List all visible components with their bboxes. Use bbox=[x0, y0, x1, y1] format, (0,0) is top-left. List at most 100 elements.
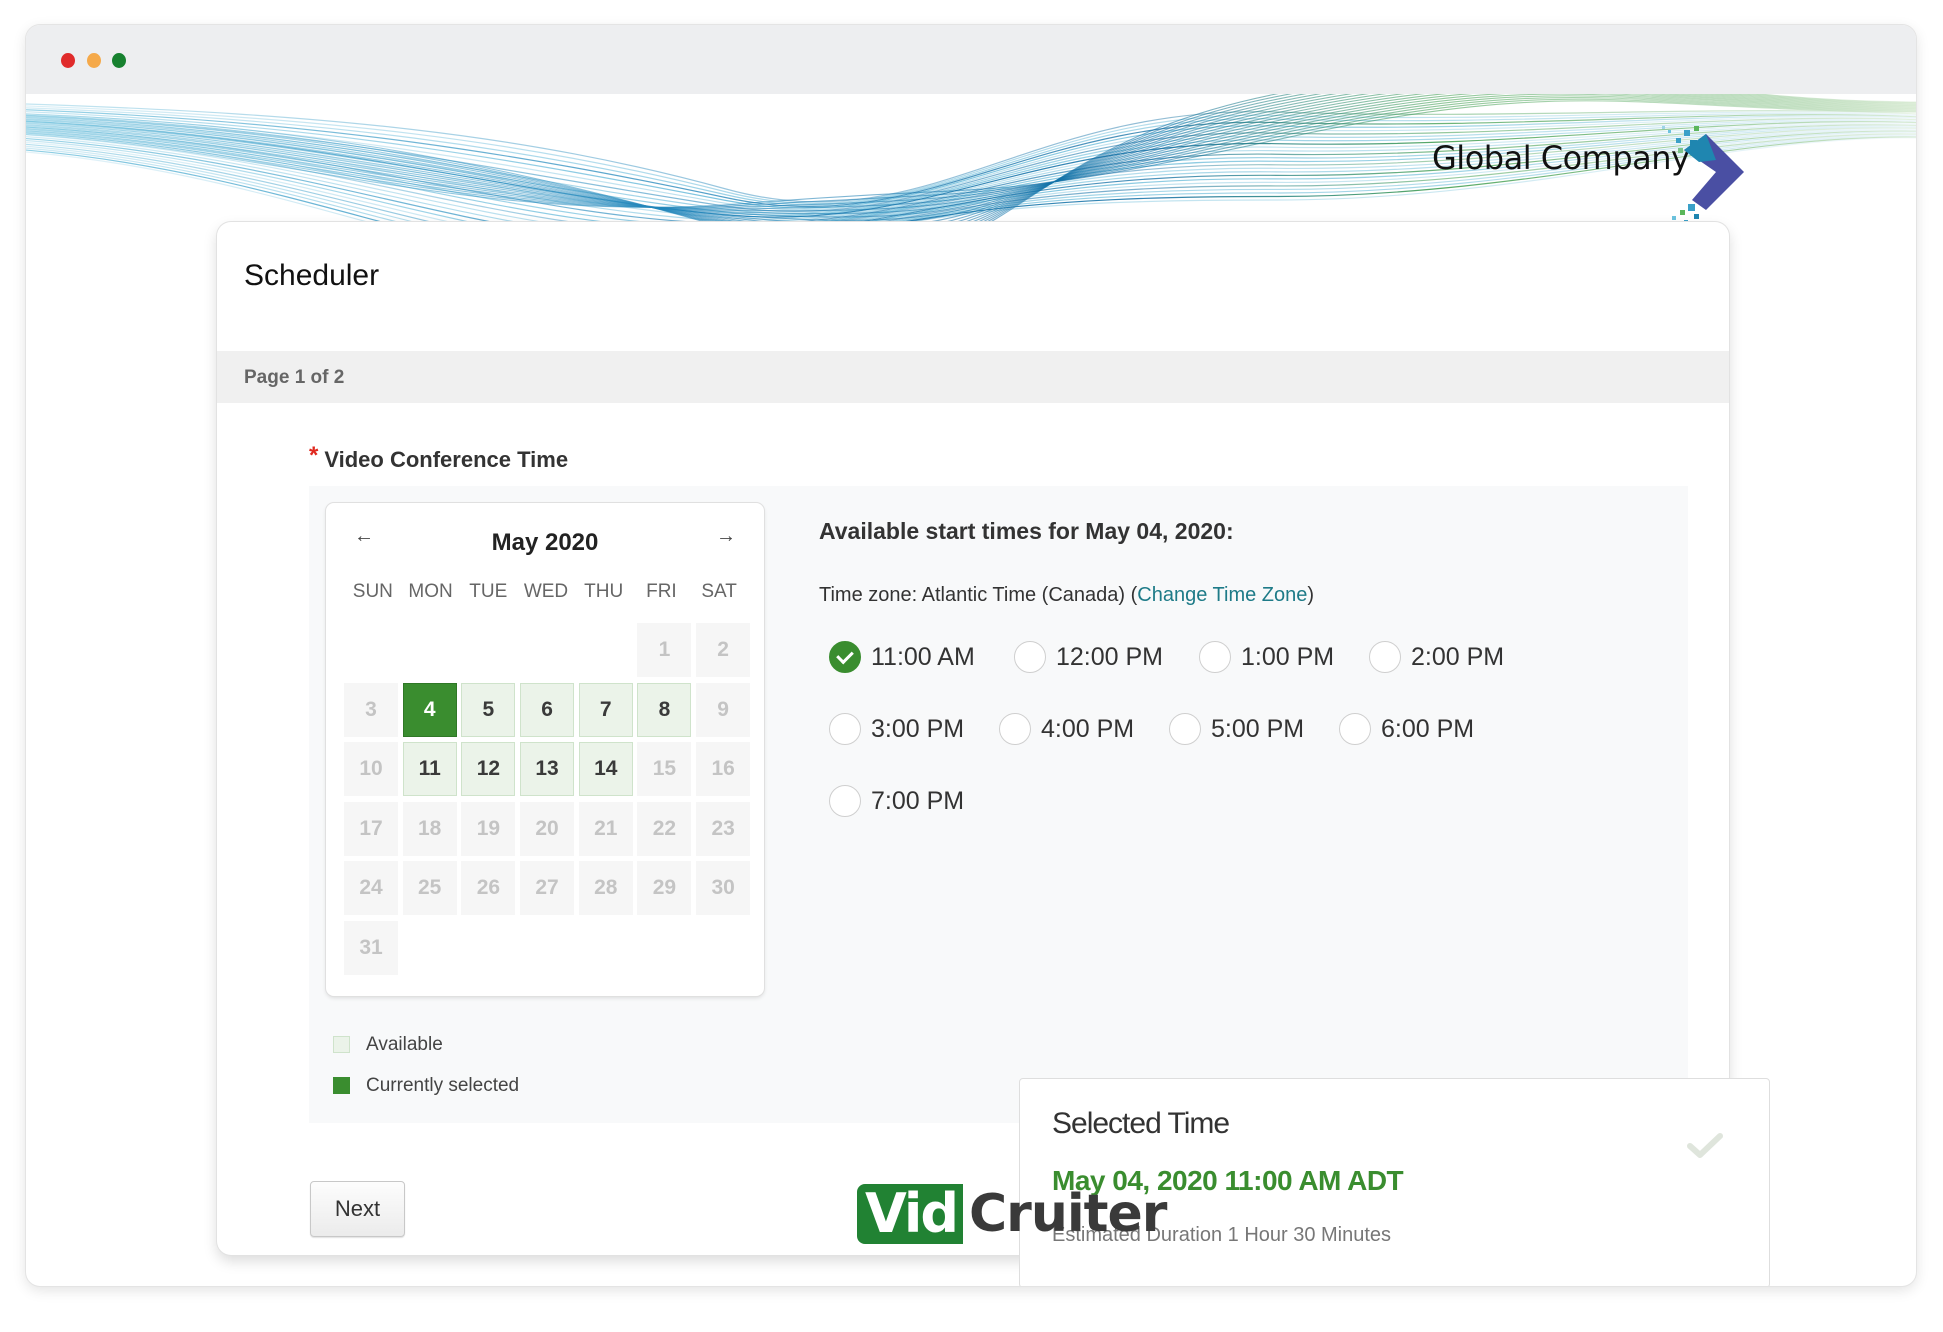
calendar-day-22: 22 bbox=[637, 801, 692, 856]
time-option[interactable]: 12:00 PM bbox=[1014, 641, 1163, 673]
calendar-empty-cell bbox=[520, 623, 574, 677]
calendar-day-10: 10 bbox=[344, 742, 398, 796]
legend-available-label: Available bbox=[366, 1033, 443, 1055]
calendar-day-13[interactable]: 13 bbox=[520, 742, 575, 796]
time-option-label: 6:00 PM bbox=[1381, 714, 1475, 743]
change-timezone-link[interactable]: Change Time Zone bbox=[1137, 584, 1307, 606]
timezone-line: Time zone: Atlantic Time (Canada) (Chang… bbox=[819, 584, 1314, 607]
field-label: * Video Conference Time bbox=[309, 442, 569, 474]
title-bar bbox=[26, 25, 1916, 94]
calendar-empty-cell bbox=[344, 623, 398, 677]
legend-selected: Currently selected bbox=[333, 1065, 519, 1106]
calendar-day-17: 17 bbox=[344, 801, 398, 856]
legend-available: Available bbox=[333, 1024, 519, 1065]
weekday-label: SUN bbox=[352, 581, 393, 602]
calendar-legend: Available Currently selected bbox=[333, 1024, 519, 1106]
weekday-header: SUN MON TUE WED THU FRI SAT bbox=[344, 581, 748, 603]
weekday-label: SAT bbox=[701, 581, 737, 602]
calendar-day-21: 21 bbox=[578, 801, 633, 856]
calendar-day-4[interactable]: 4 bbox=[402, 682, 457, 737]
legend-selected-label: Currently selected bbox=[366, 1074, 520, 1096]
radio-unchecked-icon[interactable] bbox=[999, 713, 1031, 745]
calendar-day-grid: 1 2 3 4 5 6 7 8 9 10 11 12 13 14 15 16 17 18 19 20 21 22 23 24 2… bbox=[344, 623, 751, 975]
weekday-label: TUE bbox=[469, 581, 508, 602]
calendar-day-27: 27 bbox=[520, 861, 575, 915]
calendar-day-6[interactable]: 6 bbox=[520, 682, 575, 737]
page-title: Scheduler bbox=[244, 259, 380, 292]
timezone-suffix: ) bbox=[1307, 584, 1315, 606]
weekday-label: WED bbox=[523, 581, 569, 602]
calendar-day-5[interactable]: 5 bbox=[461, 682, 516, 737]
logo-vid: Vid bbox=[857, 1184, 964, 1244]
calendar-day-31: 31 bbox=[344, 920, 398, 975]
time-option-label: 5:00 PM bbox=[1211, 714, 1305, 743]
available-swatch bbox=[333, 1036, 350, 1053]
calendar-day-26: 26 bbox=[461, 861, 516, 915]
calendar-day-3: 3 bbox=[344, 682, 398, 737]
next-month-arrow-icon[interactable]: → bbox=[716, 525, 736, 548]
calendar-day-7[interactable]: 7 bbox=[578, 682, 633, 737]
radio-unchecked-icon[interactable] bbox=[829, 713, 861, 745]
calendar-day-8[interactable]: 8 bbox=[637, 682, 692, 737]
calendar-empty-cell bbox=[461, 623, 515, 677]
time-option[interactable]: 7:00 PM bbox=[829, 785, 964, 817]
close-window-button[interactable] bbox=[61, 53, 75, 68]
calendar-day-18: 18 bbox=[402, 801, 457, 856]
page-indicator-band: Page 1 of 2 bbox=[217, 351, 1729, 403]
time-option-label: 2:00 PM bbox=[1411, 642, 1505, 671]
time-option-label: 1:00 PM bbox=[1241, 642, 1335, 671]
time-option-label: 11:00 AM bbox=[871, 642, 975, 671]
calendar-day-30: 30 bbox=[696, 861, 751, 915]
logo-cruiter: Cruiter bbox=[969, 1184, 1167, 1244]
next-button[interactable]: Next bbox=[310, 1181, 405, 1237]
radio-unchecked-icon[interactable] bbox=[1014, 641, 1046, 673]
chevron-pixel-logo-icon bbox=[1662, 126, 1744, 225]
calendar-empty-cell bbox=[403, 623, 457, 677]
radio-unchecked-icon[interactable] bbox=[1199, 641, 1231, 673]
time-option-label: 7:00 PM bbox=[871, 786, 965, 815]
radio-unchecked-icon[interactable] bbox=[829, 785, 861, 817]
calendar-day-12[interactable]: 12 bbox=[461, 742, 516, 796]
calendar-day-9: 9 bbox=[696, 682, 751, 737]
calendar-day-11[interactable]: 11 bbox=[402, 742, 457, 796]
selected-swatch bbox=[333, 1077, 350, 1094]
time-option-label: 3:00 PM bbox=[871, 714, 965, 743]
calendar-day-25: 25 bbox=[402, 861, 457, 915]
selected-time-title: Selected Time bbox=[1052, 1107, 1230, 1140]
maximize-window-button[interactable] bbox=[112, 53, 126, 68]
field-label-text: Video Conference Time bbox=[324, 447, 569, 472]
calendar: ← May 2020 → SUN MON TUE WED THU FRI SAT… bbox=[326, 503, 764, 996]
time-option[interactable]: 4:00 PM bbox=[999, 713, 1134, 745]
minimize-window-button[interactable] bbox=[87, 53, 101, 68]
available-times-heading: Available start times for May 04, 2020: bbox=[819, 518, 1234, 544]
calendar-day-16: 16 bbox=[696, 742, 751, 796]
calendar-day-14[interactable]: 14 bbox=[578, 742, 633, 796]
time-option[interactable]: 11:00 AM bbox=[829, 641, 975, 673]
calendar-month-label: May 2020 bbox=[491, 529, 599, 556]
timezone-text: Time zone: Atlantic Time (Canada) ( bbox=[819, 584, 1138, 606]
radio-unchecked-icon[interactable] bbox=[1369, 641, 1401, 673]
calendar-day-1: 1 bbox=[637, 623, 692, 677]
calendar-day-15: 15 bbox=[637, 742, 692, 796]
calendar-empty-cell bbox=[579, 623, 633, 677]
calendar-day-29: 29 bbox=[637, 861, 692, 915]
time-option[interactable]: 2:00 PM bbox=[1369, 641, 1504, 673]
time-option-label: 12:00 PM bbox=[1056, 642, 1164, 671]
time-option[interactable]: 6:00 PM bbox=[1339, 713, 1474, 745]
calendar-day-23: 23 bbox=[696, 801, 751, 856]
time-option[interactable]: 1:00 PM bbox=[1199, 641, 1334, 673]
checkmark-icon bbox=[1687, 1133, 1723, 1158]
time-option[interactable]: 5:00 PM bbox=[1169, 713, 1304, 745]
radio-unchecked-icon[interactable] bbox=[1339, 713, 1371, 745]
calendar-day-24: 24 bbox=[344, 861, 398, 915]
time-option[interactable]: 3:00 PM bbox=[829, 713, 964, 745]
weekday-label: FRI bbox=[646, 581, 677, 602]
vidcruiter-logo: Vid Cruiter bbox=[857, 1182, 1167, 1246]
time-option-label: 4:00 PM bbox=[1041, 714, 1135, 743]
browser-window: Global Company Scheduler Page 1 of 2 * Vi… bbox=[26, 25, 1916, 1286]
calendar-day-20: 20 bbox=[520, 801, 575, 856]
radio-checked-icon[interactable] bbox=[829, 641, 861, 673]
calendar-day-28: 28 bbox=[578, 861, 633, 915]
radio-unchecked-icon[interactable] bbox=[1169, 713, 1201, 745]
weekday-label: MON bbox=[408, 581, 453, 602]
